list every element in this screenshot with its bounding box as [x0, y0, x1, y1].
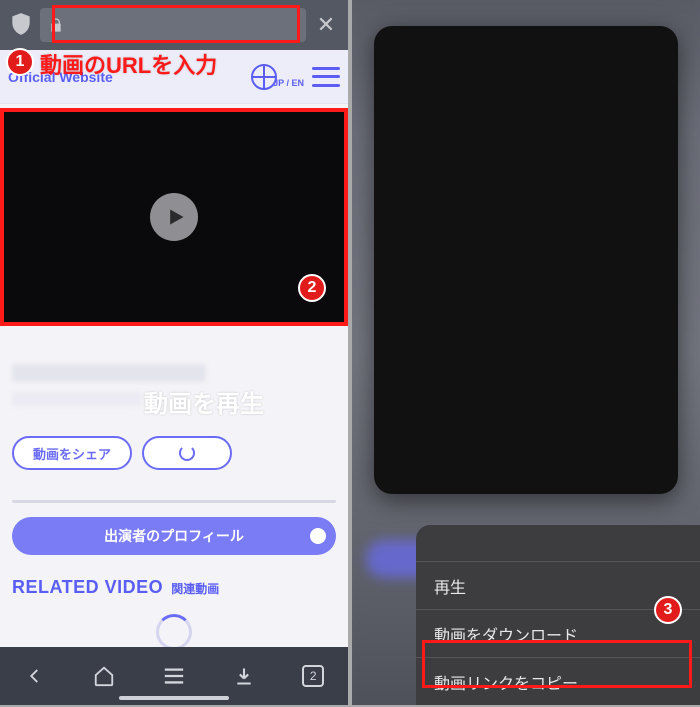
- reload-icon: [179, 445, 195, 461]
- globe-icon[interactable]: [251, 64, 277, 90]
- menu-item-play-label: 再生: [434, 574, 466, 598]
- cast-profile-button[interactable]: 出演者のプロフィール: [12, 517, 336, 555]
- loading-spinner-icon: [156, 614, 192, 650]
- divider: [12, 500, 336, 503]
- cast-profile-label: 出演者のプロフィール: [104, 526, 244, 546]
- related-heading-jp: 関連動画: [171, 580, 219, 597]
- tabs-button[interactable]: 2: [293, 656, 333, 696]
- chevron-down-icon: [434, 537, 448, 551]
- step-badge-1: 1: [6, 48, 34, 76]
- play-icon[interactable]: [150, 193, 198, 241]
- home-icon[interactable]: [84, 656, 124, 696]
- video-title-placeholder: [12, 364, 206, 382]
- download-icon[interactable]: [224, 656, 264, 696]
- video-meta-placeholder: [12, 392, 142, 406]
- close-icon[interactable]: ✕: [312, 11, 340, 39]
- menu-icon[interactable]: [312, 67, 340, 87]
- url-input[interactable]: [40, 8, 306, 42]
- step-badge-3: 3: [654, 596, 682, 624]
- share-button[interactable]: 動画をシェア: [12, 436, 132, 470]
- video-preview-card[interactable]: [374, 26, 678, 494]
- right-screenshot: 再生 動画をダウンロード 動画リンクをコピー 3: [352, 0, 700, 705]
- related-heading-en: RELATED VIDEO: [12, 577, 163, 598]
- tab-count: 2: [302, 665, 324, 687]
- shield-icon: [8, 11, 34, 39]
- menu-item-copy-link-label: 動画リンクをコピー: [434, 670, 578, 694]
- home-indicator: [119, 696, 229, 700]
- step-badge-2: 2: [298, 274, 326, 302]
- step-caption-2: 動画を再生: [144, 384, 264, 419]
- video-player[interactable]: 動画を再生: [0, 108, 348, 326]
- left-screenshot: ✕ 1 動画のURLを入力 Official Website JP / EN 動…: [0, 0, 348, 705]
- menu-lines-icon[interactable]: [154, 656, 194, 696]
- menu-item-download-label: 動画をダウンロード: [434, 622, 578, 646]
- expand-dot-icon: [310, 528, 326, 544]
- lock-icon: [48, 17, 64, 33]
- reload-button[interactable]: [142, 436, 232, 470]
- back-icon[interactable]: [15, 656, 55, 696]
- menu-item-copy-link[interactable]: 動画リンクをコピー: [416, 657, 700, 705]
- lang-toggle[interactable]: JP / EN: [273, 78, 304, 88]
- menu-header: [416, 531, 700, 561]
- browser-address-bar: ✕: [0, 0, 348, 50]
- step-caption-1: 動画のURLを入力: [40, 48, 217, 80]
